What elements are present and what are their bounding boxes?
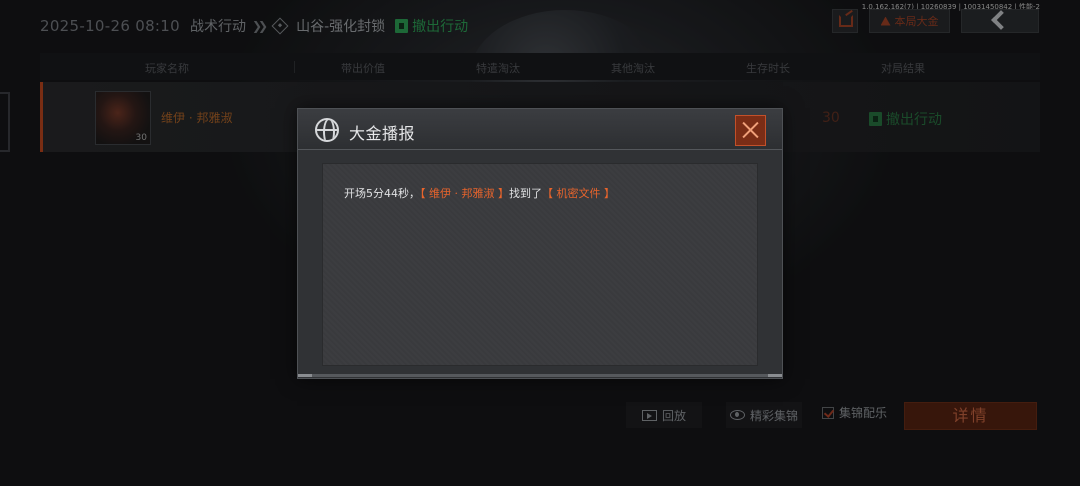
broadcast-message: 开场5分44秒，【 维伊 · 邦雅淑 】找到了【 机密文件 】 [344,185,615,201]
dialog-corner-left [298,374,312,377]
message-verb: 找到了 [508,187,542,200]
dialog-body: 开场5分44秒，【 维伊 · 邦雅淑 】找到了【 机密文件 】 [322,163,758,366]
message-item: 【 机密文件 】 [541,187,615,200]
dialog-title: 大金播报 [349,124,416,143]
message-player: 【 维伊 · 邦雅淑 】 [420,187,509,200]
dialog-corner-right [768,374,782,377]
message-time: 开场5分44秒， [344,187,420,200]
dialog-footer-line [298,374,782,377]
close-button[interactable] [735,115,766,146]
globe-icon [315,118,339,142]
jackpot-broadcast-dialog: 大金播报 开场5分44秒，【 维伊 · 邦雅淑 】找到了【 机密文件 】 [297,108,783,379]
dialog-header: 大金播报 [298,109,782,150]
